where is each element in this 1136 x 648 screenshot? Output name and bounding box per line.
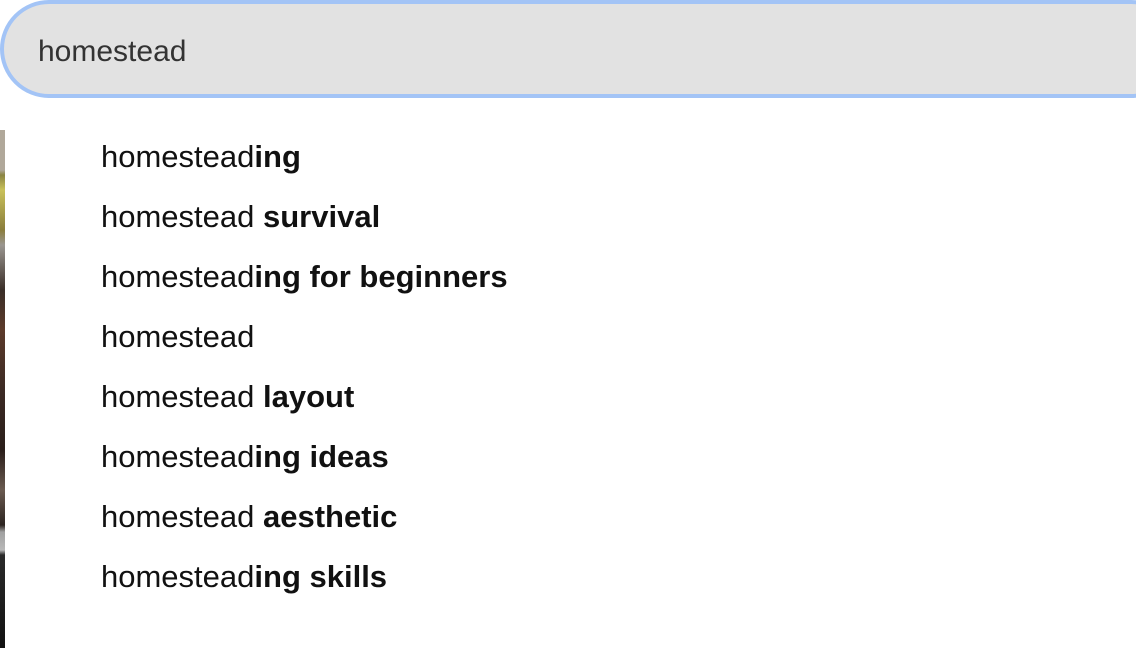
suggestion-completion-text: ing skills bbox=[254, 559, 388, 594]
suggestion-base-text: homestead bbox=[101, 499, 263, 534]
suggestion-base-text: homestead bbox=[101, 439, 255, 474]
suggestion-completion-text: ing ideas bbox=[254, 439, 389, 474]
suggestion-item[interactable]: homestead aesthetic bbox=[101, 492, 397, 542]
suggestion-base-text: homestead bbox=[101, 139, 255, 174]
suggestion-completion-text: aesthetic bbox=[263, 499, 398, 534]
suggestion-item[interactable]: homesteading for beginners bbox=[101, 252, 508, 302]
suggestion-item[interactable]: homesteading skills bbox=[101, 552, 387, 602]
suggestion-item[interactable]: homestead bbox=[101, 312, 254, 362]
suggestion-item[interactable]: homestead layout bbox=[101, 372, 354, 422]
suggestion-item[interactable]: homestead survival bbox=[101, 192, 380, 242]
search-area bbox=[0, 0, 1136, 106]
suggestion-completion-text: ing bbox=[254, 139, 301, 174]
suggestion-item[interactable]: homesteading bbox=[101, 132, 301, 182]
search-input[interactable] bbox=[38, 27, 1098, 77]
suggestions-dropdown: homesteading homestead survival homestea… bbox=[5, 128, 1136, 648]
suggestion-completion-text: survival bbox=[263, 199, 381, 234]
suggestion-base-text: homestead bbox=[101, 379, 263, 414]
suggestion-base-text: homestead bbox=[101, 259, 255, 294]
suggestion-completion-text: ing for beginners bbox=[254, 259, 508, 294]
suggestion-base-text: homestead bbox=[101, 199, 263, 234]
suggestion-base-text: homestead bbox=[101, 559, 255, 594]
suggestion-completion-text: layout bbox=[263, 379, 355, 414]
suggestion-item[interactable]: homesteading ideas bbox=[101, 432, 389, 482]
search-bar[interactable] bbox=[0, 0, 1136, 98]
page: homesteading homestead survival homestea… bbox=[0, 0, 1136, 648]
suggestion-base-text: homestead bbox=[101, 319, 255, 354]
